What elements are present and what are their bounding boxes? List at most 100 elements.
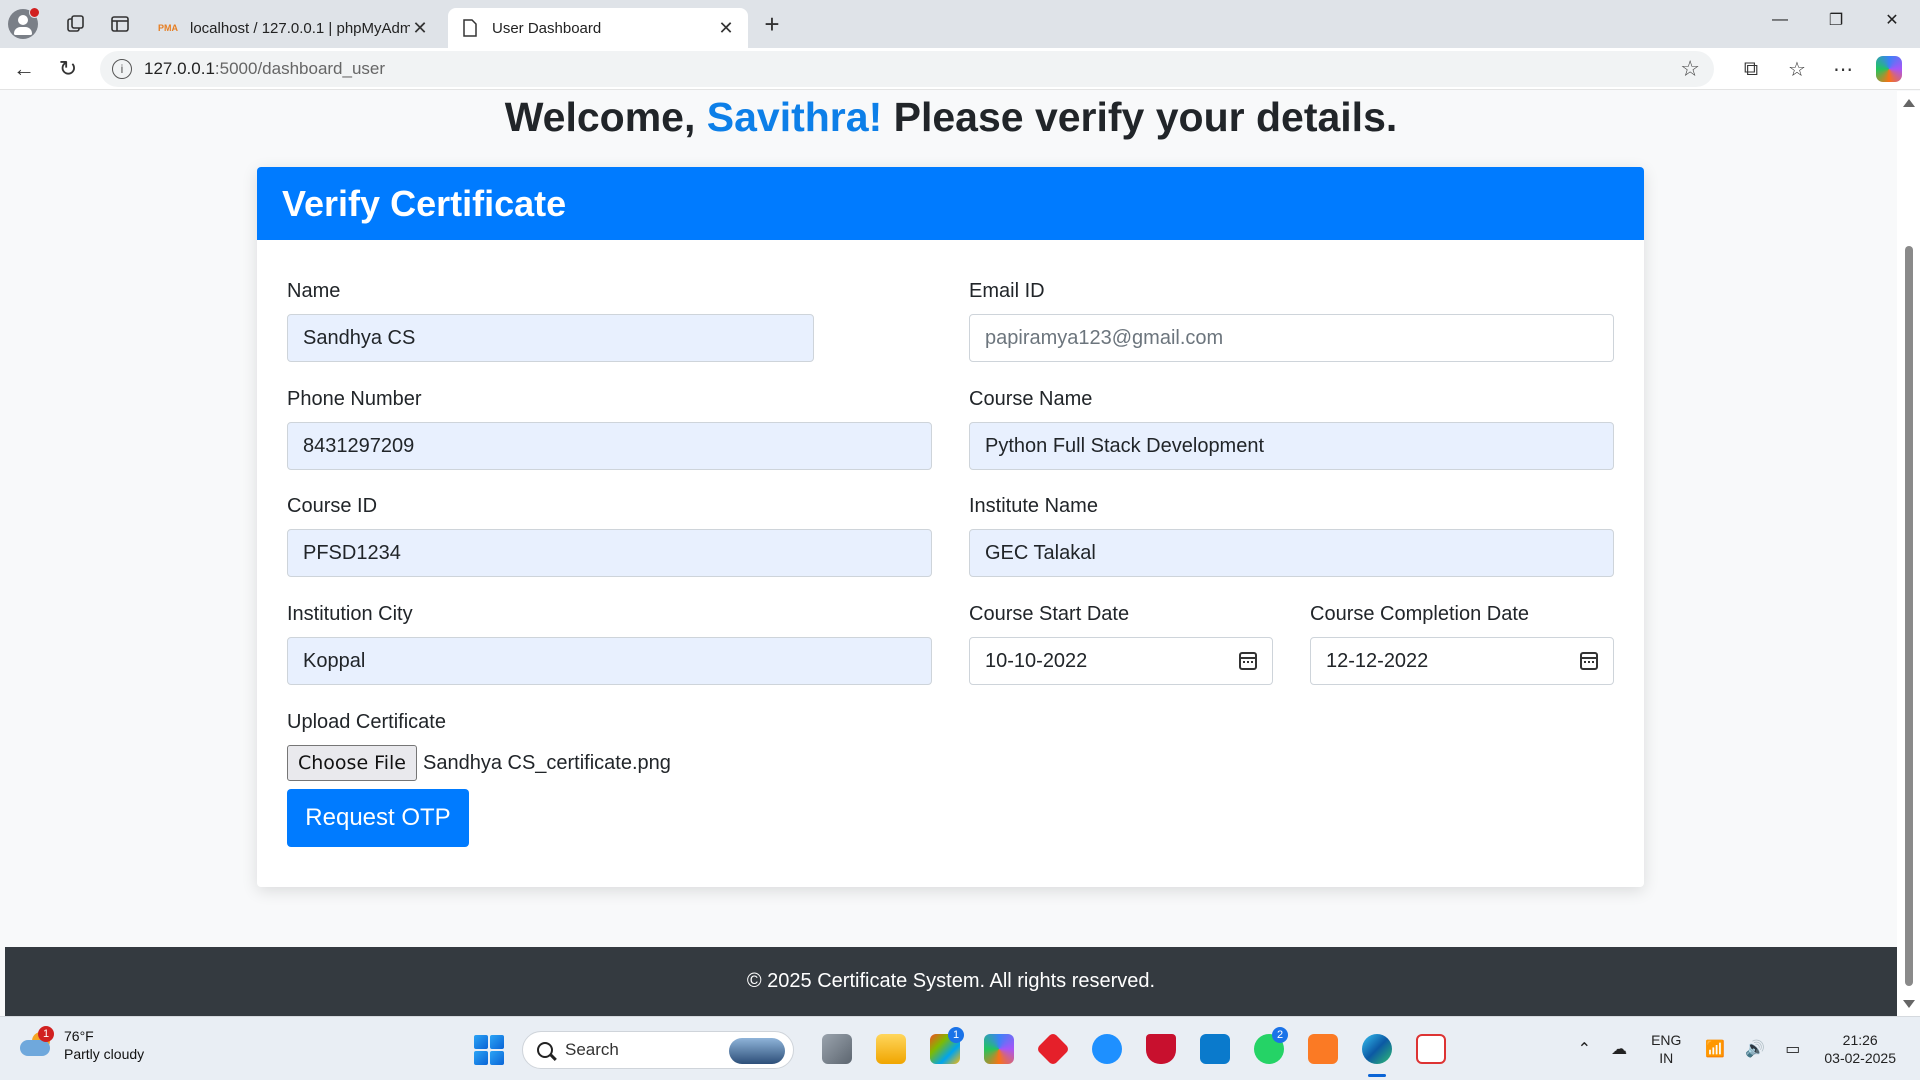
onedrive-icon[interactable]: ☁ (1611, 1039, 1627, 1059)
start-date-input[interactable]: 10-10-2022 (969, 637, 1273, 685)
workspaces-icon[interactable] (56, 4, 96, 44)
calendar-icon[interactable] (1239, 652, 1257, 670)
battery-icon[interactable]: ▭ (1785, 1039, 1800, 1059)
profile-avatar-icon[interactable] (8, 7, 40, 39)
tab-title: localhost / 127.0.0.1 | phpMyAdm (190, 19, 410, 37)
windows-taskbar: 1 76°F Partly cloudy Search 1 2 ⌃ ☁ ENG … (0, 1016, 1920, 1080)
course-id-input[interactable]: PFSD1234 (287, 529, 932, 577)
taskbar-search[interactable]: Search (522, 1031, 794, 1069)
tab-user-dashboard[interactable]: User Dashboard ✕ (448, 8, 748, 48)
address-bar[interactable]: i 127.0.0.1:5000/dashboard_user ☆ (100, 51, 1714, 87)
close-tab-icon[interactable]: ✕ (716, 18, 736, 39)
weather-badge: 1 (38, 1026, 54, 1042)
weather-temp: 76°F (64, 1028, 94, 1044)
start-windows-icon[interactable] (474, 1035, 504, 1065)
taskbar-apps: 1 2 (810, 1027, 1458, 1077)
url-path: :5000/dashboard_user (214, 59, 386, 78)
end-date-field-group: Course Completion Date 12-12-2022 (1310, 602, 1614, 685)
institute-input[interactable]: GEC Talakal (969, 529, 1614, 577)
course-name-label: Course Name (969, 388, 1093, 410)
phone-label: Phone Number (287, 388, 422, 410)
wifi-icon[interactable]: 📶 (1705, 1039, 1725, 1059)
edge-icon[interactable] (1350, 1029, 1404, 1077)
microsoft-store-icon[interactable]: 1 (918, 1027, 972, 1069)
weather-widget[interactable]: 1 76°F Partly cloudy (20, 1026, 145, 1063)
search-highlight-icon (729, 1038, 785, 1064)
tab-title: User Dashboard (492, 19, 602, 37)
site-info-icon[interactable]: i (112, 59, 132, 79)
email-label: Email ID (969, 280, 1045, 302)
course-id-field-group: Course ID PFSD1234 (287, 494, 932, 577)
red-app-icon[interactable] (1026, 1029, 1080, 1069)
name-label: Name (287, 280, 341, 302)
email-input[interactable]: papiramya123@gmail.com (969, 314, 1614, 362)
phpmyadmin-icon: PMA (158, 23, 178, 33)
help-icon[interactable] (1080, 1029, 1134, 1069)
start-date-label: Course Start Date (969, 603, 1130, 625)
task-view-icon[interactable] (810, 1029, 864, 1069)
whatsapp-badge: 2 (1272, 1027, 1288, 1043)
end-date-label: Course Completion Date (1310, 603, 1529, 625)
name-field-group: Name Sandhya CS (287, 279, 814, 362)
page-icon (460, 18, 480, 38)
course-name-field-group: Course Name Python Full Stack Developmen… (969, 387, 1614, 470)
browser-toolbar: ← ↻ i 127.0.0.1:5000/dashboard_user ☆ ⧉ … (0, 48, 1920, 90)
copilot-icon[interactable] (1876, 56, 1902, 82)
file-name: Sandhya CS_certificate.png (422, 751, 671, 774)
weather-desc: Partly cloudy (64, 1046, 145, 1062)
store-badge: 1 (948, 1027, 964, 1043)
phone-input[interactable]: 8431297209 (287, 422, 932, 470)
new-tab-button[interactable]: + (752, 9, 792, 40)
snipping-tool-icon[interactable] (1404, 1029, 1458, 1069)
welcome-prefix: Welcome, (504, 94, 707, 140)
toolbar-actions: ⧉ ☆ ⋯ (1728, 51, 1912, 87)
choose-file-button[interactable]: Choose File (287, 745, 417, 781)
copilot-app-icon[interactable] (972, 1029, 1026, 1069)
tab-phpmyadmin[interactable]: PMA localhost / 127.0.0.1 | phpMyAdm ✕ (146, 8, 442, 48)
vscode-icon[interactable] (1188, 1029, 1242, 1069)
extensions-icon[interactable]: ⧉ (1728, 51, 1774, 87)
restore-icon[interactable]: ❐ (1808, 0, 1864, 40)
scroll-down-arrow-icon[interactable] (1903, 1000, 1915, 1008)
language-indicator[interactable]: ENG IN (1651, 1031, 1681, 1067)
url-host: 127.0.0.1 (144, 59, 215, 78)
close-window-icon[interactable]: ✕ (1864, 0, 1920, 40)
tab-actions-icon[interactable] (100, 4, 140, 44)
scroll-thumb[interactable] (1905, 246, 1913, 986)
more-menu-icon[interactable]: ⋯ (1820, 51, 1866, 87)
xampp-icon[interactable] (1296, 1029, 1350, 1069)
card-title: Verify Certificate (257, 167, 1644, 240)
favorites-icon[interactable]: ☆ (1774, 51, 1820, 87)
file-explorer-icon[interactable] (864, 1029, 918, 1069)
city-input[interactable]: Koppal (287, 637, 932, 685)
end-date-input[interactable]: 12-12-2022 (1310, 637, 1614, 685)
course-name-input[interactable]: Python Full Stack Development (969, 422, 1614, 470)
clock-time: 21:26 (1842, 1032, 1878, 1048)
browser-tab-bar: PMA localhost / 127.0.0.1 | phpMyAdm ✕ U… (0, 0, 1920, 48)
search-icon (537, 1042, 553, 1058)
minimize-icon[interactable]: — (1752, 0, 1808, 40)
reload-icon[interactable]: ↻ (46, 51, 90, 87)
page-scrollbar[interactable] (1897, 91, 1920, 1016)
name-input[interactable]: Sandhya CS (287, 314, 814, 362)
lang-bottom: IN (1659, 1050, 1674, 1066)
upload-label: Upload Certificate (287, 711, 446, 733)
page-footer: © 2025 Certificate System. All rights re… (5, 947, 1897, 1016)
request-otp-button[interactable]: Request OTP (287, 789, 469, 847)
search-placeholder: Search (565, 1040, 619, 1059)
file-input: Choose File Sandhya CS_certificate.png (287, 745, 932, 781)
verify-certificate-card: Verify Certificate Name Sandhya CS Email… (257, 167, 1644, 887)
mcafee-icon[interactable] (1134, 1029, 1188, 1069)
favorite-star-icon[interactable]: ☆ (1680, 56, 1700, 82)
clock[interactable]: 21:26 03-02-2025 (1824, 1031, 1896, 1067)
back-icon[interactable]: ← (2, 51, 46, 87)
start-date-field-group: Course Start Date 10-10-2022 (969, 602, 1273, 685)
calendar-icon[interactable] (1580, 652, 1598, 670)
close-tab-icon[interactable]: ✕ (410, 18, 430, 39)
whatsapp-icon[interactable]: 2 (1242, 1027, 1296, 1069)
system-tray: ⌃ ☁ ENG IN 📶 🔊 ▭ 21:26 03-02-2025 (1568, 1017, 1920, 1080)
scroll-up-arrow-icon[interactable] (1903, 99, 1915, 107)
volume-icon[interactable]: 🔊 (1745, 1039, 1765, 1059)
show-hidden-icons-icon[interactable]: ⌃ (1578, 1039, 1591, 1059)
welcome-heading: Welcome, Savithra! Please verify your de… (5, 93, 1897, 141)
